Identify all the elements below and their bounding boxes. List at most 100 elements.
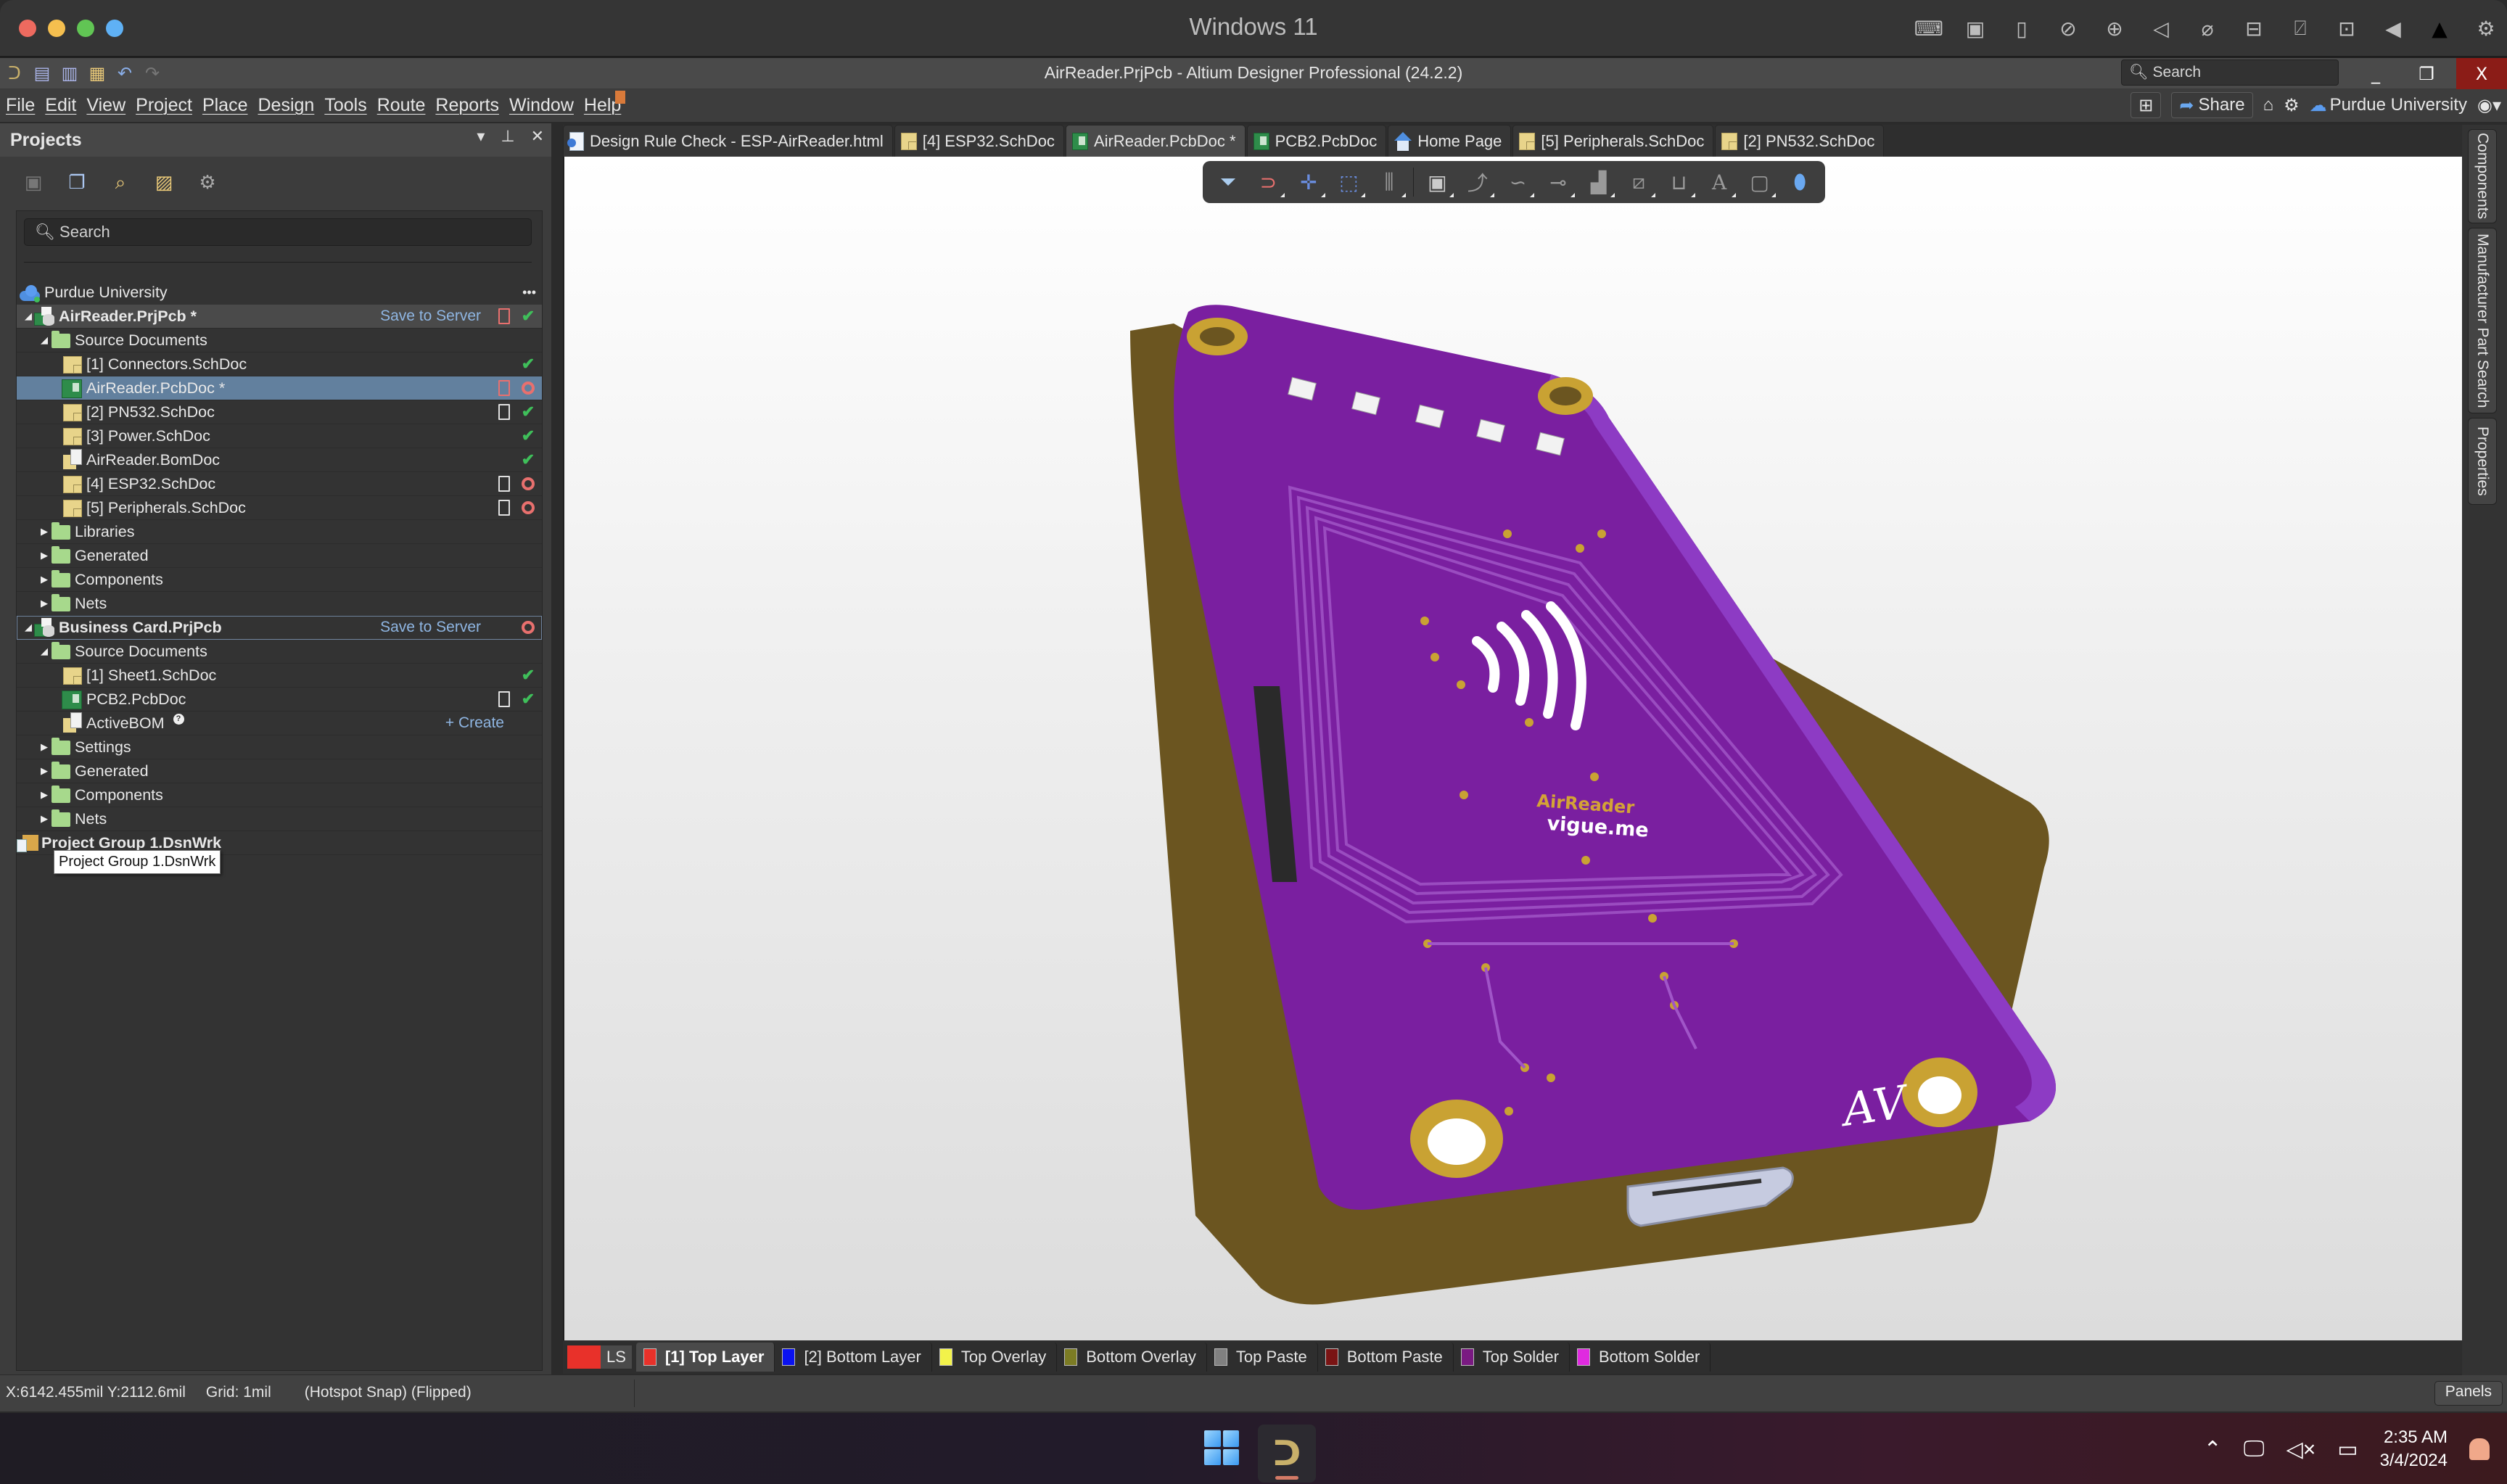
menu-tools[interactable]: Tools [324,95,366,116]
via-icon[interactable]: ⊸ [1541,165,1575,199]
board-outline-icon[interactable]: ▢ [1743,165,1777,199]
camera-off-icon[interactable]: ⍁ [2286,15,2314,42]
project-options-icon[interactable]: ▨ [152,171,176,194]
save-to-server-link[interactable]: Save to Server [380,619,481,636]
menu-reports[interactable]: Reports [435,95,499,116]
menu-design[interactable]: Design [258,95,315,116]
align-icon[interactable]: ⫼ [1372,165,1406,199]
document-tab[interactable]: PCB2.PcbDoc [1246,125,1387,157]
menu-route[interactable]: Route [377,95,426,116]
project-search-input[interactable]: 🔍︎ Search [24,218,532,246]
properties-panel-tab[interactable]: Properties [2468,418,2497,505]
tree-item[interactable]: ▶ Generated [17,544,542,568]
expand-arrow-icon[interactable]: ▶ [38,574,50,585]
collapse-arrow-icon[interactable]: ◢ [22,310,34,322]
tree-item[interactable]: ◢ AirReader.PrjPcb * Save to Server ✔ [17,305,542,329]
line-icon[interactable]: ⧄ [1622,165,1655,199]
layer-tab[interactable]: Bottom Overlay [1057,1343,1207,1372]
layer-tab[interactable]: Top Solder [1454,1343,1570,1372]
panel-settings-icon[interactable]: ⚙ [196,171,219,194]
tree-item[interactable]: ◢ Business Card.PrjPcb Save to Server [17,616,542,640]
filter-icon[interactable]: ⏷ [1211,165,1245,199]
panels-button[interactable]: Panels [2434,1381,2503,1406]
layer-tab[interactable]: Bottom Solder [1570,1343,1711,1372]
project-search-icon[interactable]: ⌕ [109,171,132,194]
more-options-icon[interactable]: ••• [522,285,536,300]
tree-item[interactable]: [2] PN532.SchDoc ✔ [17,400,542,424]
tree-item[interactable]: ▶ Components [17,568,542,592]
tree-item[interactable]: AirReader.BomDoc ✔ [17,448,542,472]
compile-icon[interactable]: ❐ [65,171,88,194]
tree-item[interactable]: [5] Peripherals.SchDoc [17,496,542,520]
pcb-3d-viewport[interactable]: AirReader vigue.me AV ⏷ ⊃ ✛ ⬚ ⫼ ▣ ⤴ ∽ ⊸ … [563,157,2462,1340]
global-search-input[interactable]: 🔍︎ Search [2121,59,2339,86]
workspace-selector[interactable]: ☁ Purdue University [2310,95,2467,116]
snap-magnet-icon[interactable]: ⊃ [1252,165,1285,199]
chevron-up-icon[interactable]: ⌃ [2204,1437,2222,1462]
move-icon[interactable]: ✛ [1292,165,1325,199]
layer-tab[interactable]: [2] Bottom Layer [775,1343,932,1372]
clock[interactable]: 2:35 AM 3/4/2024 [2380,1426,2448,1472]
help-icon[interactable]: ? [173,713,184,725]
user-account-icon[interactable]: ◉▾ [2477,95,2501,116]
menu-view[interactable]: View [86,95,125,116]
mic-off-icon[interactable]: ⌀ [2194,15,2221,42]
keyboard-icon[interactable]: ⌨ [1914,15,1943,42]
layer-tab[interactable]: [1] Top Layer [635,1343,775,1372]
select-rect-icon[interactable]: ⬚ [1333,165,1366,199]
tree-item[interactable]: ▶ Nets [17,592,542,616]
tree-item[interactable]: ◢ Source Documents [17,640,542,664]
close-button[interactable]: X [2456,58,2507,89]
panel-close-icon[interactable]: ✕ [531,128,544,146]
settings-gear-icon[interactable]: ⚙ [2284,95,2300,116]
speaker-icon[interactable]: ◁ [2147,15,2175,42]
arrow-left-icon[interactable]: ◀ [2379,15,2407,42]
battery-icon[interactable]: ▭ [2337,1437,2358,1462]
minimize-button[interactable]: _ [2350,58,2401,89]
warning-icon[interactable]: ▲ [2426,15,2453,42]
tree-item[interactable]: [4] ESP32.SchDoc [17,472,542,496]
menu-window[interactable]: Window [509,95,574,116]
tree-item[interactable]: ▶ Components [17,783,542,807]
globe-icon[interactable]: ⊕ [2101,15,2128,42]
tree-item[interactable]: [3] Power.SchDoc ✔ [17,424,542,448]
create-activebom-link[interactable]: + Create [445,714,504,732]
gear-icon[interactable]: ⚙ [2472,15,2500,42]
drive-icon[interactable]: ⊟ [2240,15,2268,42]
folder-share-icon[interactable]: ⊡ [2333,15,2360,42]
layer-set-button[interactable]: LS [567,1344,632,1370]
document-tab[interactable]: [4] ESP32.SchDoc [894,125,1064,157]
network-icon[interactable]: 🖵︎ [2244,1437,2265,1462]
document-tab[interactable]: Home Page [1388,125,1512,157]
restore-button[interactable]: ❐ [2401,58,2452,89]
expand-arrow-icon[interactable]: ▶ [38,741,50,753]
expand-arrow-icon[interactable]: ▶ [38,765,50,777]
layer-tab[interactable]: Bottom Paste [1318,1343,1454,1372]
3d-body-icon[interactable]: ⬮ [1783,165,1816,199]
document-tab[interactable]: Design Rule Check - ESP-AirReader.html [563,125,893,157]
manufacturer-part-search-tab[interactable]: Manufacturer Part Search [2468,228,2497,413]
share-button[interactable]: ➦ Share [2171,92,2253,118]
home-icon[interactable]: ⌂ [2263,95,2274,115]
menu-place[interactable]: Place [202,95,248,116]
collapse-arrow-icon[interactable]: ◢ [22,622,34,633]
workspace-row[interactable]: Purdue University ••• [17,281,542,305]
chip-icon[interactable]: ▣ [1961,15,1989,42]
tree-item[interactable]: ▶ Generated [17,759,542,783]
altium-taskbar-button[interactable]: ᑐ [1258,1425,1316,1483]
text-icon[interactable]: A [1703,165,1736,199]
polygon-icon[interactable]: ▟ [1582,165,1615,199]
tree-item[interactable]: ▶ Settings [17,735,542,759]
menu-edit[interactable]: Edit [45,95,76,116]
layer-tab[interactable]: Top Overlay [932,1343,1058,1372]
expand-arrow-icon[interactable]: ▶ [38,813,50,825]
document-tab[interactable]: [5] Peripherals.SchDoc [1512,125,1714,157]
notification-bell-icon[interactable] [2469,1438,2490,1460]
menu-project[interactable]: Project [136,95,192,116]
document-tab[interactable]: [2] PN532.SchDoc [1715,125,1885,157]
comment-button[interactable]: ⊞ [2131,92,2162,118]
components-panel-tab[interactable]: Components [2468,129,2497,223]
usb-icon[interactable]: ▯ [2008,15,2035,42]
network-off-icon[interactable]: ⊘ [2054,15,2082,42]
pin-icon[interactable]: ⊥ [501,128,514,146]
